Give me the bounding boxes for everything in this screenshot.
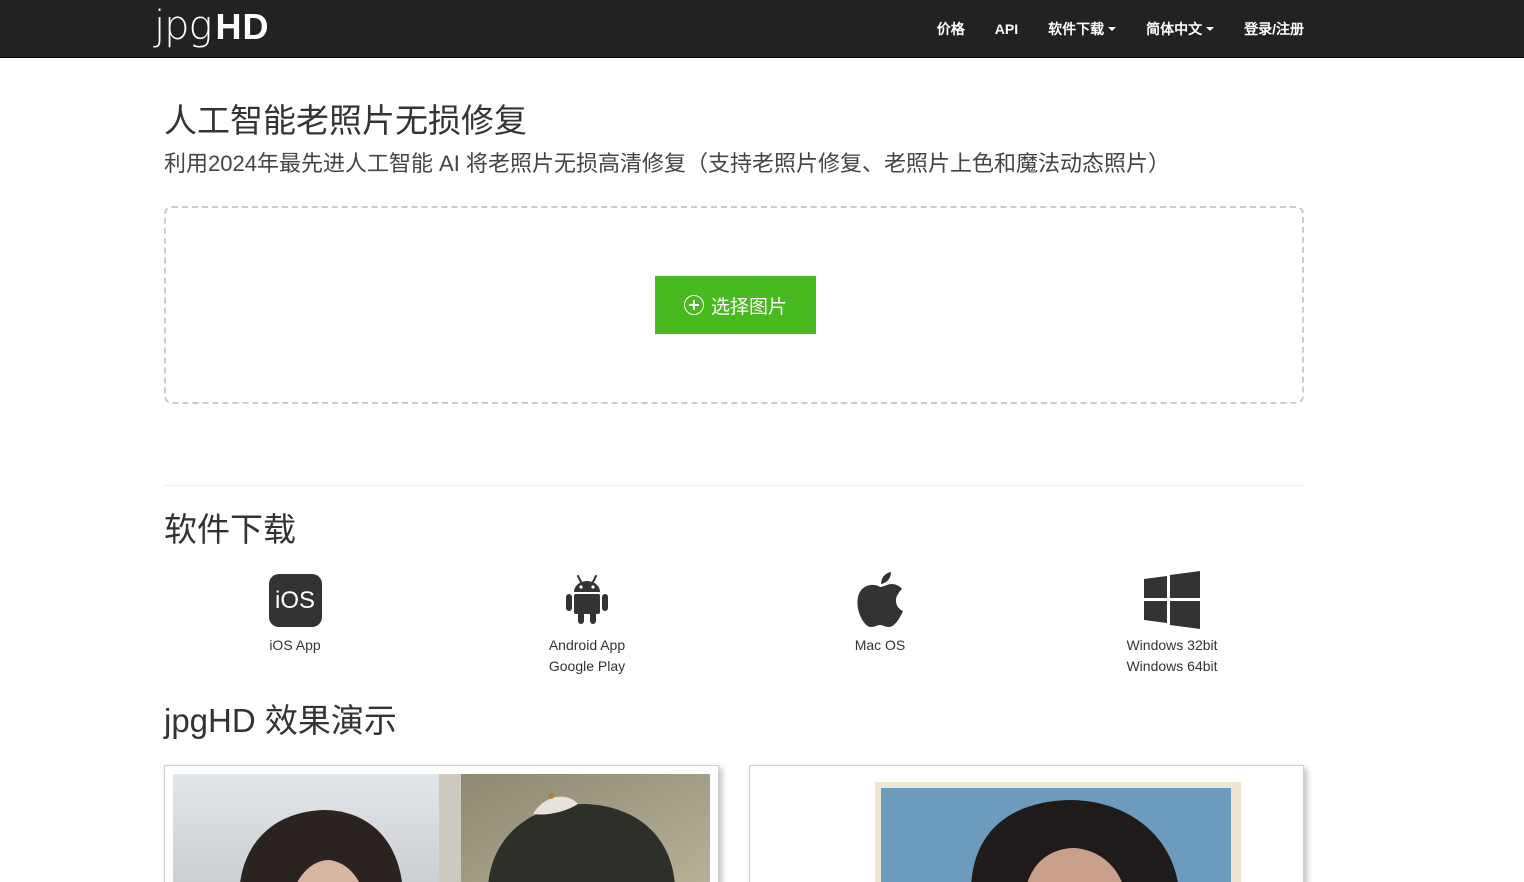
demo-title: jpgHD 效果演示 [164,702,397,739]
logo-text-bold: HD [215,6,270,47]
download-mac[interactable]: Mac OS [780,570,980,656]
plus-circle-icon [683,295,704,315]
caret-down-icon [1108,27,1117,31]
nav-software-download[interactable]: 软件下载 [1048,19,1117,39]
android-robot-icon [566,575,608,624]
demo-image-2 [875,782,1241,882]
mac-os-link[interactable]: Mac OS [780,635,980,656]
main-nav: 价格 API 软件下载 简体中文 登录/注册 [907,0,1304,58]
select-image-label: 选择图片 [710,296,787,318]
nav-language[interactable]: 简体中文 [1146,19,1215,39]
demo-card-2[interactable] [749,765,1304,882]
windows-64bit-link[interactable]: Windows 64bit [1072,656,1272,677]
logo-text-light: jpg [154,3,213,49]
nav-api-label: API [994,21,1019,37]
download-windows[interactable]: Windows 32bit Windows 64bit [1072,570,1272,677]
nav-pricing-label: 价格 [936,21,965,37]
site-logo[interactable]: jpg HD [154,4,270,48]
downloads-title: 软件下载 [164,511,296,548]
windows-32bit-link[interactable]: Windows 32bit [1072,635,1272,656]
nav-login-label: 登录/注册 [1244,21,1304,37]
select-image-button[interactable]: 选择图片 [655,276,816,334]
ios-app-link[interactable]: iOS App [195,635,395,656]
demo-card-1[interactable] [164,765,719,882]
caret-down-icon [1206,27,1215,31]
windows-logo-icon [1144,571,1200,629]
ios-icon: iOS [195,570,395,630]
download-ios[interactable]: iOS iOS App [195,570,395,656]
page-subtitle: 利用2024年最先进人工智能 AI 将老照片无损高清修复（支持老照片修复、老照片… [164,151,1170,176]
nav-language-label: 简体中文 [1146,21,1203,37]
android-app-link[interactable]: Android App [487,635,687,656]
page-title: 人工智能老照片无损修复 [164,102,527,139]
nav-api[interactable]: API [995,21,1018,37]
demo-image-1 [173,774,710,882]
apple-logo-icon [857,572,903,627]
apple-icon [780,570,980,630]
download-android[interactable]: Android App Google Play [487,570,687,677]
google-play-link[interactable]: Google Play [487,656,687,677]
nav-download-label: 软件下载 [1048,21,1105,37]
ios-icon-box: iOS [268,573,322,627]
nav-pricing[interactable]: 价格 [937,19,965,39]
android-icon [487,570,687,630]
top-navbar: jpg HD 价格 API 软件下载 简体中文 登录/注册 [0,0,1524,58]
upload-dropzone[interactable]: 选择图片 [164,206,1304,404]
nav-login-register[interactable]: 登录/注册 [1244,19,1304,39]
section-divider [164,485,1304,486]
windows-icon [1072,570,1272,630]
